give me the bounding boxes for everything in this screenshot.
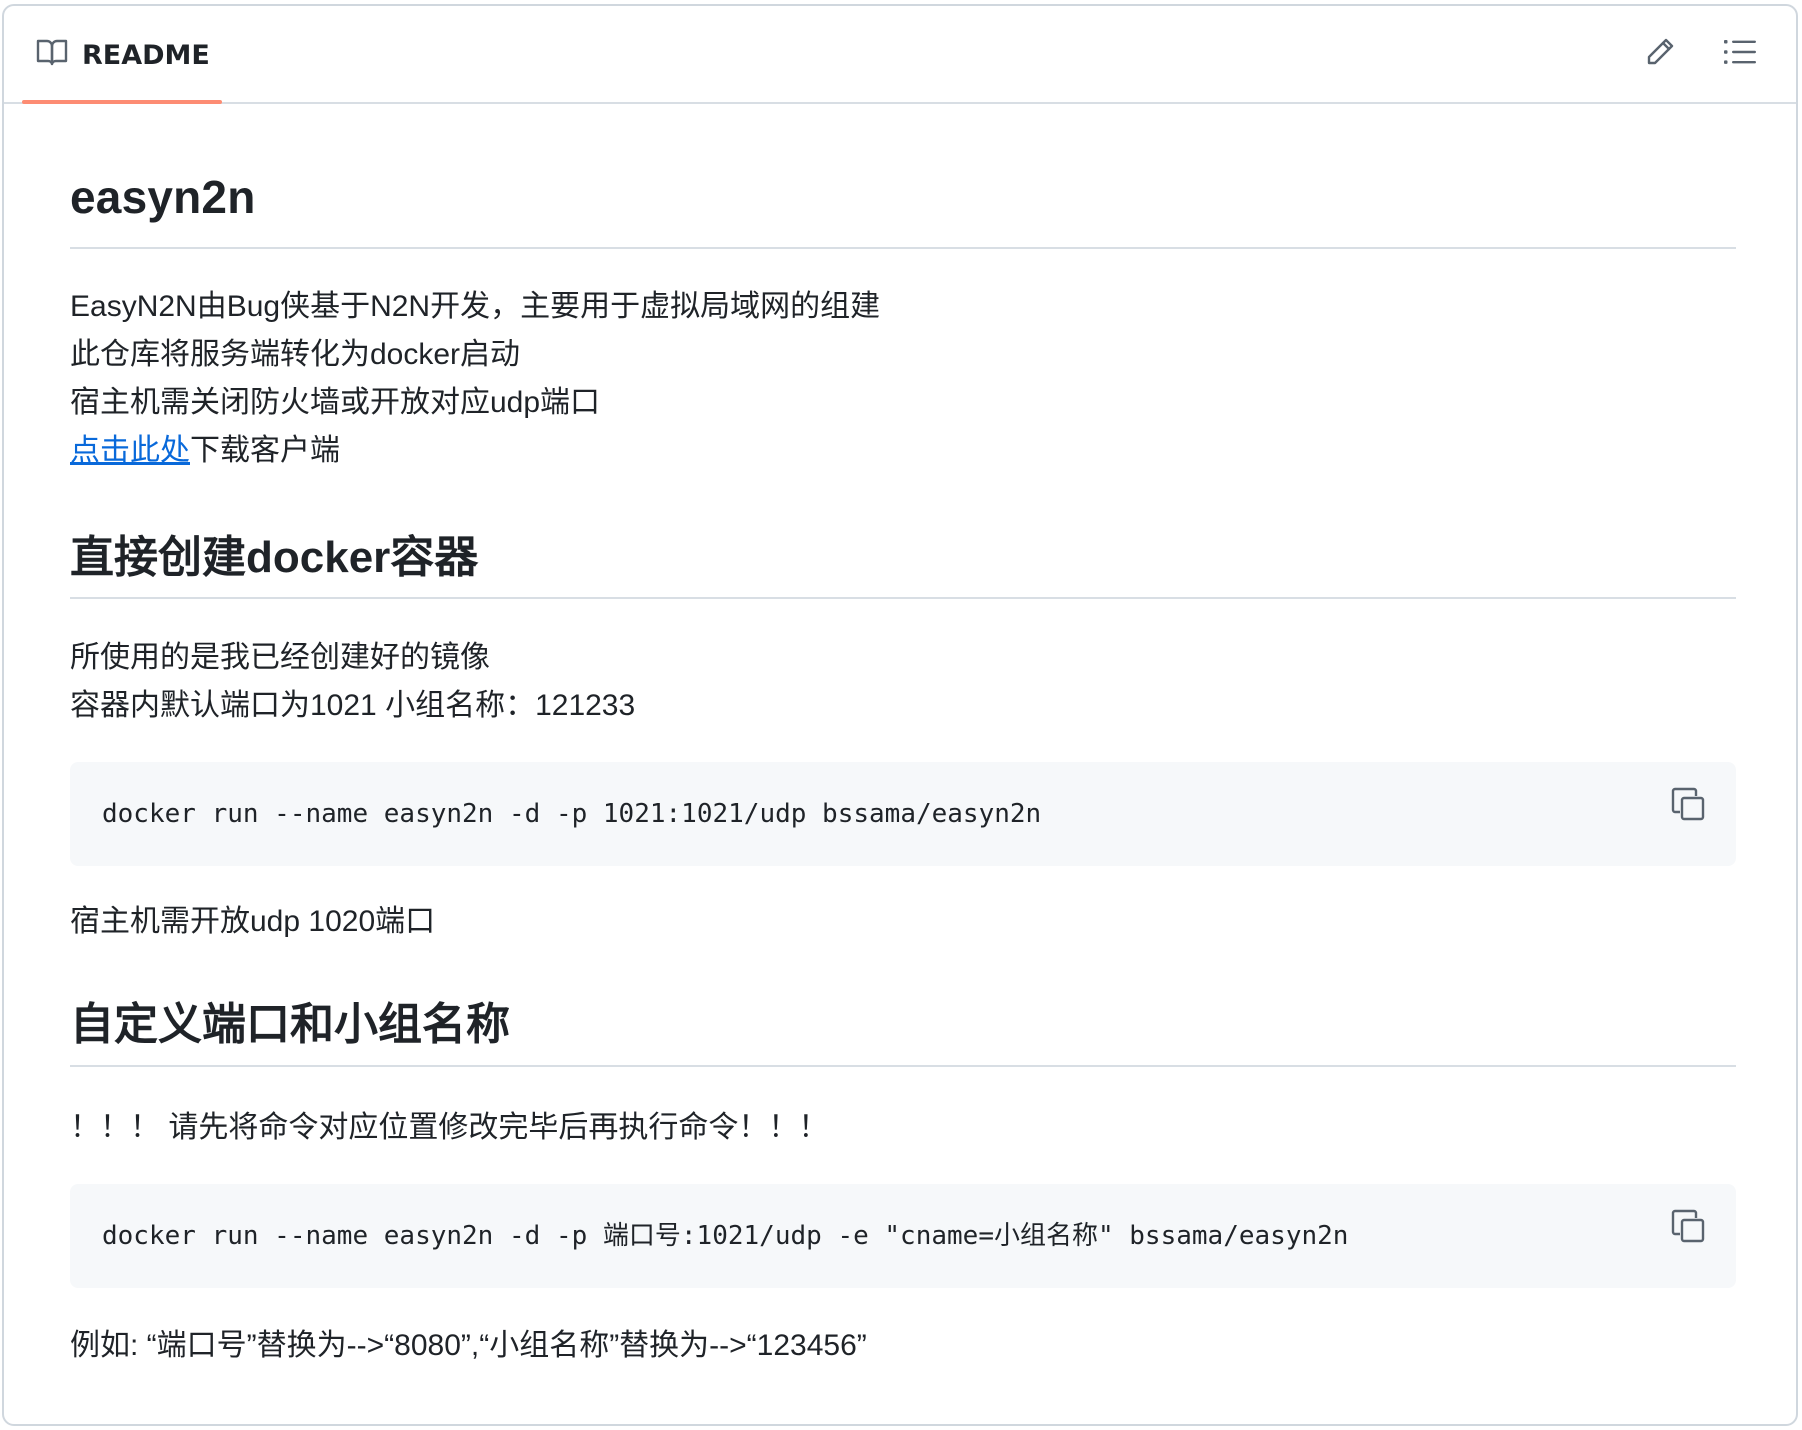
- section1-line-1: 所使用的是我已经创建好的镜像: [70, 641, 490, 674]
- page-title: easyn2n: [70, 171, 256, 223]
- book-icon: [36, 38, 68, 73]
- tab-readme[interactable]: README: [22, 6, 222, 104]
- tab-readme-label: README: [82, 39, 210, 71]
- header-actions: [1642, 36, 1758, 72]
- code-block-custom: docker run --name easyn2n -d -p 端口号:1021…: [70, 1184, 1736, 1288]
- section2-example: 例如: “端口号”替换为-->“8080”,“小组名称”替换为-->“12345…: [70, 1329, 867, 1362]
- edit-file-button[interactable]: [1642, 36, 1678, 72]
- section-heading-docker: 直接创建docker容器: [70, 533, 479, 582]
- pencil-icon: [1644, 36, 1676, 72]
- section1-note: 宿主机需开放udp 1020端口: [70, 905, 436, 938]
- section1-line-2: 容器内默认端口为1021 小组名称：121233: [70, 689, 636, 722]
- download-suffix: 下载客户端: [190, 434, 340, 467]
- title-divider: [70, 247, 1736, 249]
- readme-panel: README easyn2n EasyN2N由Bug侠基于N2N开发，主要用于虚…: [2, 4, 1798, 1426]
- copy-icon: [1671, 787, 1705, 825]
- intro-line-1: EasyN2N由Bug侠基于N2N开发，主要用于虚拟局域网的组建: [70, 290, 881, 323]
- section1-divider: [70, 597, 1736, 599]
- copy-button[interactable]: [1668, 1208, 1708, 1248]
- outline-button[interactable]: [1722, 36, 1758, 72]
- copy-icon: [1671, 1209, 1705, 1247]
- code-block-default: docker run --name easyn2n -d -p 1021:102…: [70, 762, 1736, 866]
- intro-line-2: 此仓库将服务端转化为docker启动: [70, 338, 521, 371]
- section-heading-custom: 自定义端口和小组名称: [70, 1000, 510, 1049]
- section2-divider: [70, 1065, 1736, 1067]
- download-line: 点击此处下载客户端: [70, 431, 340, 471]
- list-unordered-icon: [1724, 37, 1756, 71]
- tab-active-indicator: [22, 100, 222, 104]
- intro-line-3: 宿主机需关闭防火墙或开放对应udp端口: [70, 386, 601, 419]
- readme-header: README: [4, 6, 1796, 104]
- code-default-command[interactable]: docker run --name easyn2n -d -p 1021:102…: [102, 794, 1041, 834]
- section2-warning: ！！！ 请先将命令对应位置修改完毕后再执行命令！！！: [70, 1111, 829, 1144]
- code-custom-command[interactable]: docker run --name easyn2n -d -p 端口号:1021…: [102, 1216, 1348, 1256]
- copy-button[interactable]: [1668, 786, 1708, 826]
- download-client-link[interactable]: 点击此处: [70, 434, 190, 467]
